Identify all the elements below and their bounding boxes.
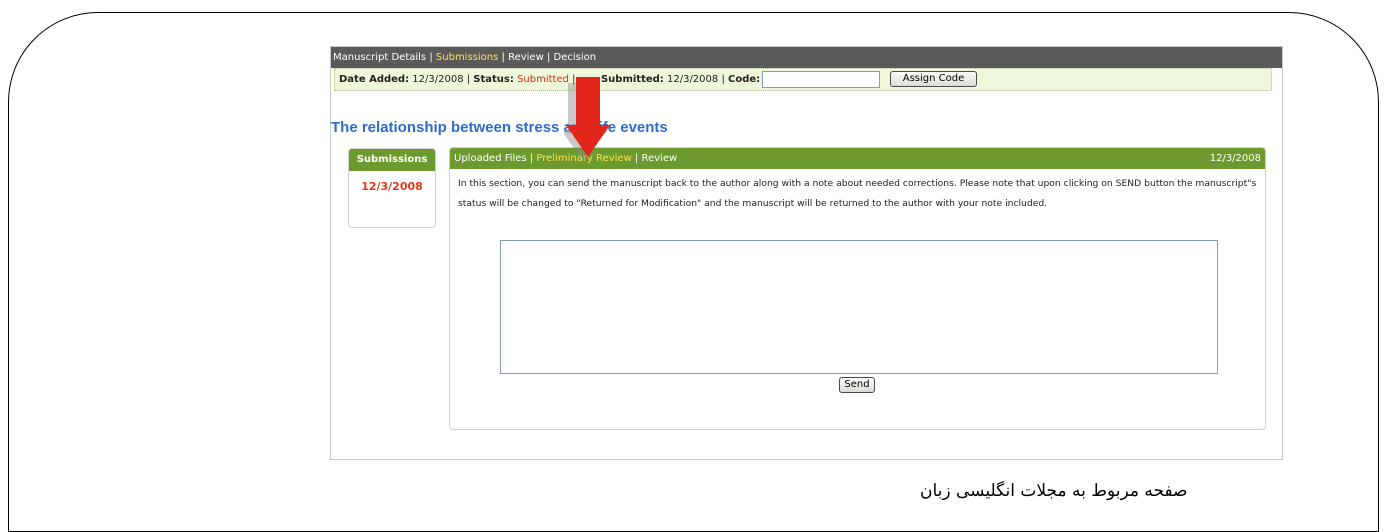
top-nav: Manuscript Details | Submissions | Revie… [331, 47, 1282, 68]
submitted-value: 12/3/2008 [666, 74, 719, 85]
date-added-value: 12/3/2008 [412, 74, 464, 85]
review-panel: Uploaded Files | Preliminary Review | Re… [449, 147, 1266, 430]
nav-decision[interactable]: Decision [554, 52, 597, 63]
assign-code-button[interactable]: Assign Code [890, 71, 977, 87]
code-label: Code: [728, 74, 761, 85]
send-button[interactable]: Send [839, 377, 875, 393]
code-input[interactable] [762, 70, 881, 88]
panel-date: 12/3/2008 [1209, 153, 1261, 164]
tab-uploaded-files[interactable]: Uploaded Files [454, 153, 527, 164]
submissions-sidebar: Submissions 12/3/2008 [348, 148, 436, 228]
nav-submissions[interactable]: Submissions [436, 52, 498, 63]
nav-manuscript-details[interactable]: Manuscript Details [333, 52, 426, 63]
tab-review[interactable]: Review [641, 153, 677, 164]
section-description: In this section, you can send the manusc… [458, 178, 1257, 209]
app-window: Manuscript Details | Submissions | Revie… [330, 46, 1283, 460]
down-arrow-icon [564, 77, 610, 161]
sidebar-submission-date[interactable]: 12/3/2008 [349, 180, 435, 193]
slide-caption: صفحه مربوط به مجلات انگلیسی زبان [920, 481, 1188, 501]
status-value: Submitted [517, 74, 569, 85]
sidebar-header: Submissions [349, 149, 435, 171]
date-added-label: Date Added: [339, 74, 410, 85]
status-label: Status: [473, 74, 514, 85]
info-bar: Date Added: 12/3/2008 | Status: Submitte… [334, 68, 1272, 91]
nav-review[interactable]: Review [508, 52, 544, 63]
note-textarea[interactable] [500, 240, 1218, 374]
